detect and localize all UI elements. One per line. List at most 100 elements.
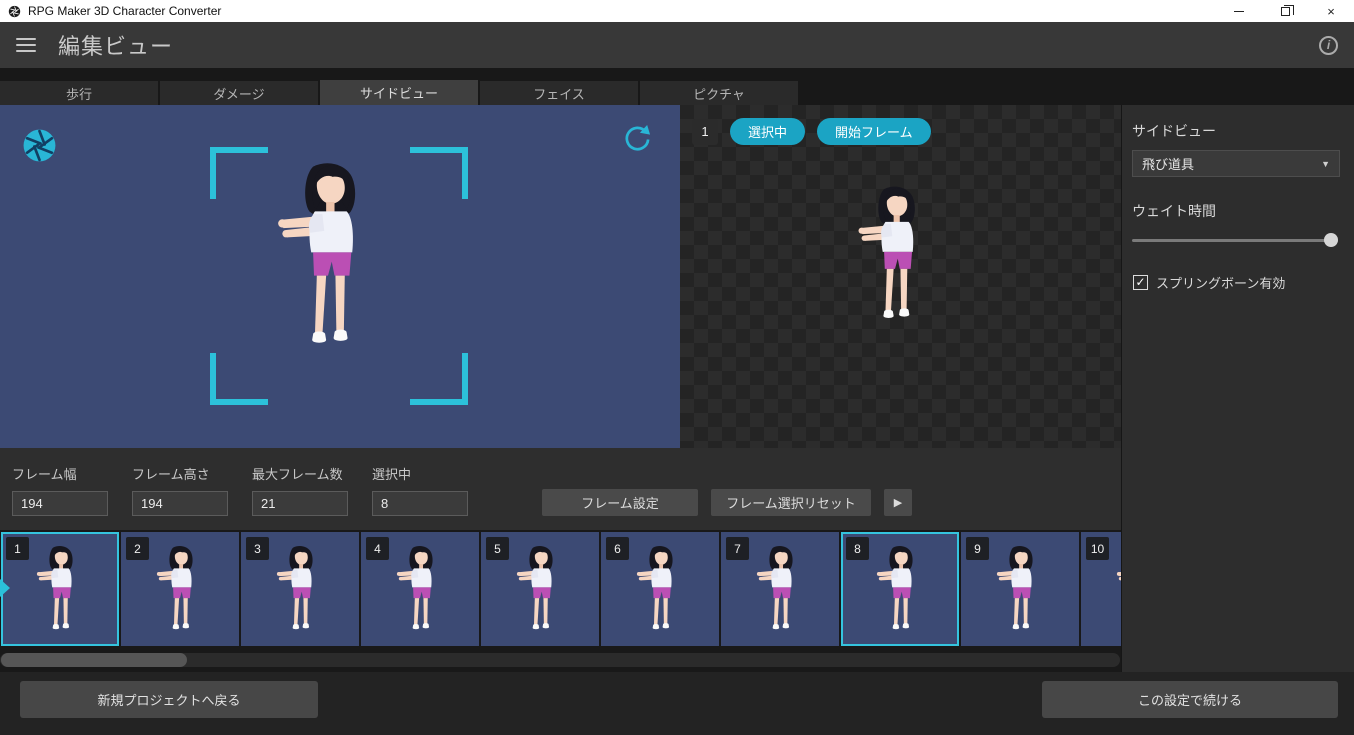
frame-number-badge: 1: [692, 119, 718, 145]
info-icon[interactable]: i: [1319, 36, 1338, 55]
character-sprite: [854, 185, 936, 335]
thumbnail-number: 8: [846, 537, 869, 560]
frame-width-field: フレーム幅: [12, 464, 108, 516]
frame-height-label: フレーム高さ: [132, 464, 228, 483]
spring-bone-label: スプリングボーン有効: [1156, 273, 1285, 292]
thumbnail-number: 1: [6, 537, 29, 560]
minimize-icon: [1234, 11, 1244, 12]
tab-walk[interactable]: 歩行: [0, 81, 158, 105]
play-button[interactable]: ▶: [884, 489, 912, 516]
frame-height-input[interactable]: [132, 491, 228, 516]
crop-corner-bottom-left-icon: [210, 353, 268, 405]
selected-frame-button[interactable]: 選択中: [730, 118, 805, 145]
app-window: RPG Maker 3D Character Converter × 編集ビュー…: [0, 0, 1354, 735]
frame-thumbnail-6[interactable]: 6: [601, 532, 719, 646]
checkbox-checked-icon: ✓: [1133, 275, 1148, 290]
frame-thumbnail-3[interactable]: 3: [241, 532, 359, 646]
frame-width-input[interactable]: [12, 491, 108, 516]
tab-face[interactable]: フェイス: [480, 81, 638, 105]
character-sprite: [272, 161, 384, 366]
playhead-marker-icon: [0, 579, 10, 597]
page-title: 編集ビュー: [58, 29, 173, 61]
rotate-icon[interactable]: [621, 123, 652, 154]
thumbnail-number: 10: [1086, 537, 1109, 560]
frame-thumbnail-7[interactable]: 7: [721, 532, 839, 646]
filmstrip: 1 2 3 4 5 6 7 8: [0, 530, 1121, 648]
window-controls: ×: [1216, 0, 1354, 22]
thumbnail-number: 6: [606, 537, 629, 560]
wait-time-label: ウェイト時間: [1132, 201, 1354, 221]
frame-thumbnail-2[interactable]: 2: [121, 532, 239, 646]
character-sprite: [154, 545, 206, 640]
spring-bone-checkbox[interactable]: ✓ スプリングボーン有効: [1133, 273, 1354, 292]
character-preview-panel: [0, 105, 680, 448]
frame-thumbnail-8[interactable]: 8: [841, 532, 959, 646]
max-frames-field: 最大フレーム数: [252, 464, 348, 516]
frame-width-label: フレーム幅: [12, 464, 108, 483]
horizontal-scrollbar[interactable]: [0, 648, 1121, 672]
frame-reset-button[interactable]: フレーム選択リセット: [711, 489, 871, 516]
close-button[interactable]: ×: [1308, 0, 1354, 22]
chevron-down-icon: ▼: [1321, 159, 1330, 169]
footer-bar: 新規プロジェクトへ戻る この設定で続ける: [0, 672, 1354, 735]
character-sprite: [994, 545, 1046, 640]
app-logo-icon: [8, 5, 21, 18]
frame-set-button[interactable]: フレーム設定: [542, 489, 698, 516]
back-to-project-button[interactable]: 新規プロジェクトへ戻る: [20, 681, 318, 718]
wait-time-slider[interactable]: [1132, 232, 1338, 248]
character-sprite: [634, 545, 686, 640]
character-sprite: [34, 545, 86, 640]
thumbnail-number: 3: [246, 537, 269, 560]
frame-settings-bar: フレーム幅 フレーム高さ 最大フレーム数 選択中 フレーム設定 フレーム選択リセ…: [0, 448, 1121, 530]
selected-frame-field: 選択中: [372, 464, 468, 516]
max-frames-input[interactable]: [252, 491, 348, 516]
thumbnail-number: 5: [486, 537, 509, 560]
tab-bar: 歩行 ダメージ サイドビュー フェイス ピクチャ: [0, 68, 1354, 105]
slider-handle[interactable]: [1324, 233, 1338, 247]
menu-icon[interactable]: [16, 38, 36, 52]
dropdown-value: 飛び道具: [1142, 154, 1194, 173]
character-sprite: [1114, 545, 1121, 640]
selected-frame-input[interactable]: [372, 491, 468, 516]
tab-picture[interactable]: ピクチャ: [640, 81, 798, 105]
character-sprite: [514, 545, 566, 640]
spritesheet-panel: 1 選択中 開始フレーム: [680, 105, 1121, 448]
window-title: RPG Maker 3D Character Converter: [28, 4, 221, 18]
tab-damage[interactable]: ダメージ: [160, 81, 318, 105]
sidebar-title: サイドビュー: [1132, 121, 1354, 141]
tab-sideview[interactable]: サイドビュー: [320, 80, 478, 105]
start-frame-button[interactable]: 開始フレーム: [817, 118, 931, 145]
character-sprite: [754, 545, 806, 640]
thumbnail-number: 2: [126, 537, 149, 560]
scrollbar-thumb[interactable]: [1, 653, 187, 667]
aperture-icon: [21, 127, 58, 164]
sidebar: サイドビュー 飛び道具 ▼ ウェイト時間 ✓ スプリングボーン有効: [1121, 105, 1354, 672]
selected-frame-label: 選択中: [372, 464, 468, 483]
titlebar: RPG Maker 3D Character Converter ×: [0, 0, 1354, 22]
continue-button[interactable]: この設定で続ける: [1042, 681, 1338, 718]
frame-thumbnail-5[interactable]: 5: [481, 532, 599, 646]
thumbnail-number: 7: [726, 537, 749, 560]
frame-thumbnail-4[interactable]: 4: [361, 532, 479, 646]
maximize-button[interactable]: [1262, 0, 1308, 22]
sheet-toolbar: 1 選択中 開始フレーム: [692, 118, 931, 145]
frame-thumbnail-10[interactable]: 10: [1081, 532, 1121, 646]
crop-corner-top-left-icon: [210, 147, 268, 199]
character-sprite: [274, 545, 326, 640]
thumbnail-number: 4: [366, 537, 389, 560]
crop-corner-top-right-icon: [410, 147, 468, 199]
slider-track: [1132, 239, 1338, 242]
main-content: 1 選択中 開始フレーム: [0, 105, 1121, 448]
thumbnail-number: 9: [966, 537, 989, 560]
header: 編集ビュー i: [0, 22, 1354, 68]
sideview-type-dropdown[interactable]: 飛び道具 ▼: [1132, 150, 1340, 177]
crop-corner-bottom-right-icon: [410, 353, 468, 405]
character-sprite: [394, 545, 446, 640]
frame-thumbnail-9[interactable]: 9: [961, 532, 1079, 646]
max-frames-label: 最大フレーム数: [252, 464, 348, 483]
frame-height-field: フレーム高さ: [132, 464, 228, 516]
character-sprite: [874, 545, 926, 640]
minimize-button[interactable]: [1216, 0, 1262, 22]
restore-icon: [1281, 7, 1290, 16]
frame-thumbnail-1[interactable]: 1: [1, 532, 119, 646]
